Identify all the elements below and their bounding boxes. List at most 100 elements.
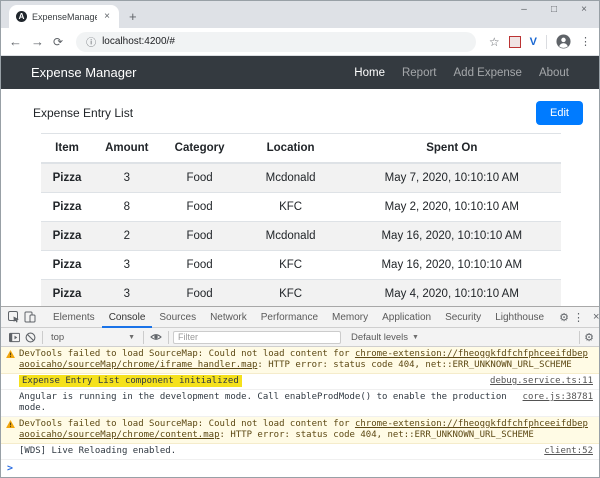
- warning-text: DevTools failed to load SourceMap: Could…: [19, 349, 593, 371]
- tab-security[interactable]: Security: [438, 307, 488, 328]
- devtools-tab-bar: Elements Console Sources Network Perform…: [1, 307, 599, 328]
- cell-location: KFC: [279, 259, 303, 271]
- devtools-menu-icon[interactable]: ⋮: [569, 311, 588, 324]
- nav-link-report[interactable]: Report: [402, 67, 437, 79]
- console-divider: [579, 330, 581, 344]
- site-info-icon[interactable]: ⓘ: [86, 34, 96, 49]
- back-icon[interactable]: ←: [9, 35, 22, 48]
- window-close-button[interactable]: ×: [569, 1, 599, 20]
- context-selector[interactable]: top ▼: [47, 332, 139, 343]
- chevron-down-icon: ▼: [412, 333, 419, 341]
- cell-amount: 3: [123, 172, 130, 184]
- new-tab-button[interactable]: +: [129, 9, 137, 24]
- col-header-item: Item: [41, 133, 93, 164]
- cell-category: Food: [186, 259, 213, 271]
- console-message: Expense Entry List component initialized…: [1, 374, 599, 390]
- browser-toolbar: ← → ⟳ ⓘ localhost:4200/# ☆ V ⋮: [1, 28, 599, 56]
- devtools-settings-icon[interactable]: ⚙: [559, 311, 569, 324]
- col-header-category: Category: [160, 133, 239, 164]
- forward-icon[interactable]: →: [31, 35, 44, 48]
- cell-location: KFC: [279, 201, 303, 213]
- highlighted-log-text: Expense Entry List component initialized: [19, 375, 242, 387]
- minimize-button[interactable]: –: [509, 1, 539, 20]
- page-title: Expense Entry List: [33, 106, 134, 120]
- context-value: top: [51, 331, 65, 343]
- maximize-button[interactable]: □: [539, 1, 569, 20]
- console-divider: [42, 330, 43, 344]
- tab-memory[interactable]: Memory: [325, 307, 375, 328]
- console-toolbar: top ▼ Default levels ▼ ⚙: [1, 328, 599, 347]
- app-navbar: Expense Manager Home Report Add Expense …: [1, 56, 599, 89]
- tab-elements[interactable]: Elements: [46, 307, 102, 328]
- browser-tab[interactable]: A ExpenseManager ×: [9, 5, 119, 28]
- table-row: Pizza 3 Food Mcdonald May 7, 2020, 10:10…: [41, 163, 561, 193]
- inspect-element-icon[interactable]: [6, 310, 22, 325]
- tab-close-icon[interactable]: ×: [102, 11, 112, 22]
- reload-icon[interactable]: ⟳: [53, 35, 63, 49]
- cell-amount: 3: [123, 259, 130, 271]
- tab-network[interactable]: Network: [203, 307, 254, 328]
- table-row: Pizza 3 Food KFC May 4, 2020, 10:10:10 A…: [41, 279, 561, 308]
- live-expression-eye-icon[interactable]: [148, 330, 164, 345]
- col-header-amount: Amount: [93, 133, 161, 164]
- col-header-spent-on: Spent On: [342, 133, 561, 164]
- source-link[interactable]: client:52: [544, 446, 593, 457]
- console-log: DevTools failed to load SourceMap: Could…: [1, 347, 599, 477]
- chrome-menu-icon[interactable]: ⋮: [580, 35, 591, 48]
- log-levels-selector[interactable]: Default levels ▼: [351, 332, 419, 343]
- console-settings-icon[interactable]: ⚙: [584, 331, 594, 344]
- table-header-row: Item Amount Category Location Spent On: [41, 133, 561, 164]
- cell-spent-on: May 16, 2020, 10:10:10 AM: [381, 259, 523, 271]
- url-text[interactable]: localhost:4200/#: [102, 36, 175, 47]
- extension-icon-v[interactable]: V: [530, 36, 537, 48]
- log-text: Angular is running in the development mo…: [19, 392, 507, 413]
- log-levels-value: Default levels: [351, 331, 409, 343]
- warning-text: DevTools failed to load SourceMap: Could…: [19, 419, 593, 441]
- console-prompt[interactable]: >: [1, 460, 599, 477]
- console-warning: DevTools failed to load SourceMap: Could…: [1, 347, 599, 374]
- console-divider: [168, 330, 169, 344]
- warning-suffix: : HTTP error: status code 404, net::ERR_…: [219, 430, 534, 440]
- tab-sources[interactable]: Sources: [152, 307, 203, 328]
- cell-item: Pizza: [52, 201, 82, 213]
- tab-title: ExpenseManager: [32, 11, 98, 22]
- nav-link-about[interactable]: About: [539, 67, 569, 79]
- tab-performance[interactable]: Performance: [254, 307, 325, 328]
- app-brand[interactable]: Expense Manager: [31, 65, 354, 80]
- log-text: Expense Entry List component initialized: [19, 375, 478, 387]
- cell-item: Pizza: [52, 230, 82, 242]
- tab-console[interactable]: Console: [102, 307, 153, 328]
- device-toolbar-icon[interactable]: [22, 310, 38, 325]
- expense-table: Item Amount Category Location Spent On P…: [41, 133, 561, 308]
- cell-category: Food: [186, 288, 213, 300]
- console-filter-input[interactable]: [173, 330, 341, 344]
- cell-amount: 8: [123, 201, 130, 213]
- bookmark-star-icon[interactable]: ☆: [489, 35, 500, 49]
- console-message: Angular is running in the development mo…: [1, 390, 599, 417]
- address-bar[interactable]: ⓘ localhost:4200/#: [76, 31, 476, 52]
- nav-links: Home Report Add Expense About: [354, 67, 569, 79]
- nav-link-add-expense[interactable]: Add Expense: [454, 67, 522, 79]
- nav-link-home[interactable]: Home: [354, 67, 385, 79]
- table-row: Pizza 8 Food KFC May 2, 2020, 10:10:10 A…: [41, 192, 561, 222]
- warning-prefix: DevTools failed to load SourceMap: Could…: [19, 419, 355, 429]
- clear-console-icon[interactable]: [22, 330, 38, 345]
- console-sidebar-icon[interactable]: [6, 330, 22, 345]
- cell-spent-on: May 7, 2020, 10:10:10 AM: [384, 172, 519, 184]
- page-content: Expense Entry List Edit Item Amount Cate…: [1, 89, 599, 308]
- edit-button[interactable]: Edit: [536, 101, 583, 125]
- col-header-location: Location: [238, 133, 343, 164]
- warning-suffix: : HTTP error: status code 404, net::ERR_…: [257, 360, 572, 370]
- source-link[interactable]: debug.service.ts:11: [490, 376, 593, 387]
- cell-spent-on: May 2, 2020, 10:10:10 AM: [384, 201, 519, 213]
- extension-icon-red[interactable]: [508, 35, 521, 48]
- heading-row: Expense Entry List Edit: [1, 89, 599, 129]
- warning-icon: [6, 350, 15, 362]
- devtools-close-icon[interactable]: ×: [588, 311, 599, 323]
- tab-application[interactable]: Application: [375, 307, 438, 328]
- console-warning: DevTools failed to load SourceMap: Could…: [1, 417, 599, 444]
- tab-lighthouse[interactable]: Lighthouse: [488, 307, 551, 328]
- profile-avatar-icon[interactable]: [556, 34, 571, 49]
- source-link[interactable]: core.js:38781: [523, 392, 593, 403]
- log-text: [WDS] Live Reloading enabled.: [19, 446, 177, 456]
